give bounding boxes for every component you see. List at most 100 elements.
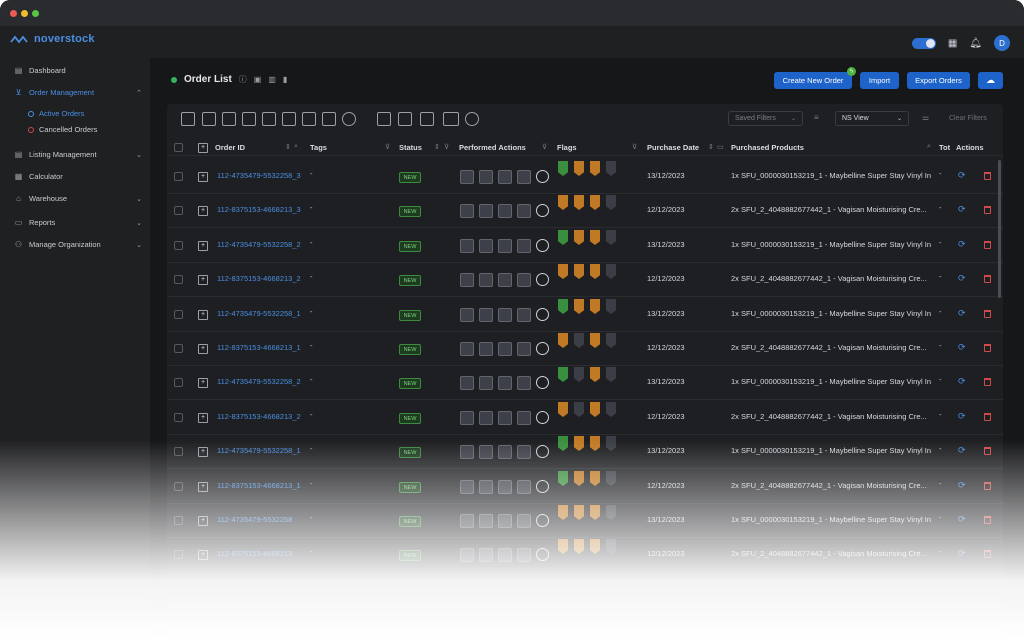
check-circle-icon[interactable] [536,273,549,286]
column-header-purchase-date[interactable]: Purchase Date [647,143,699,152]
order-id-link[interactable]: 112-4735479-5532258_1 [217,309,301,318]
toolbar-return-icon[interactable] [322,112,336,126]
column-header-flags[interactable]: Flags [557,143,577,152]
calendar-icon[interactable]: ▭ [717,143,724,151]
column-header-total[interactable]: Tot [939,143,950,152]
row-checkbox[interactable] [174,447,183,456]
invoice-icon[interactable] [498,342,512,356]
invoice-icon[interactable] [498,514,512,528]
layout-icon[interactable]: ▥ [268,75,276,84]
order-id-link[interactable]: 112-4735479-5532258_1 [217,446,301,455]
row-checkbox[interactable] [174,172,183,181]
invoice-icon[interactable] [498,445,512,459]
invoice-icon[interactable] [498,273,512,287]
maximize-window-icon[interactable] [32,10,39,17]
row-checkbox[interactable] [174,206,183,215]
order-id-link[interactable]: 112-4735479-5532258_2 [217,377,301,386]
truck-icon[interactable] [517,376,531,390]
expand-row-icon[interactable]: + [198,206,208,216]
calendar-icon[interactable]: ▦ [948,38,957,49]
filter-icon[interactable]: ⊽ [444,143,449,151]
order-id-link[interactable]: 112-8375153-4668213 [217,549,292,558]
order-id-link[interactable]: 112-8375153-4668213_3 [217,205,301,214]
row-checkbox[interactable] [174,310,183,319]
expand-row-icon[interactable]: + [198,172,208,182]
check-circle-icon[interactable] [536,204,549,217]
sidebar-item-warehouse[interactable]: ⌂ Warehouse ⌄ [14,194,142,203]
image-icon[interactable]: ▣ [254,75,262,84]
delete-icon[interactable] [984,378,991,386]
dolly-icon[interactable] [479,308,493,322]
sort-icon[interactable]: ⇕ [285,143,291,151]
toolbar-stamp-icon[interactable] [181,112,195,126]
delete-icon[interactable] [984,310,991,318]
toolbar-invoice-icon[interactable] [420,112,434,126]
clipboard-icon[interactable] [460,204,474,218]
expand-row-icon[interactable]: + [198,516,208,526]
refresh-icon[interactable]: ⟳ [958,273,966,284]
truck-icon[interactable] [517,548,531,562]
avatar[interactable]: D [994,35,1010,51]
check-circle-icon[interactable] [536,411,549,424]
sliders-icon[interactable]: ⚌ [922,113,929,122]
delete-icon[interactable] [984,516,991,524]
table-scrollbar[interactable] [998,160,1001,298]
clipboard-icon[interactable] [460,445,474,459]
refresh-icon[interactable]: ⟳ [958,170,966,181]
order-id-link[interactable]: 112-8375153-4668213_1 [217,343,301,352]
delete-icon[interactable] [984,241,991,249]
column-header-tags[interactable]: Tags [310,143,327,152]
expand-row-icon[interactable]: + [198,413,208,423]
sidebar-subitem-cancelled-orders[interactable]: Cancelled Orders [28,125,97,134]
clipboard-icon[interactable] [460,273,474,287]
delete-icon[interactable] [984,447,991,455]
dolly-icon[interactable] [479,170,493,184]
toolbar-check-icon[interactable] [465,112,479,126]
truck-icon[interactable] [517,342,531,356]
dolly-icon[interactable] [479,411,493,425]
check-circle-icon[interactable] [536,342,549,355]
search-icon[interactable]: ⌕ [294,143,298,151]
delete-icon[interactable] [984,172,991,180]
expand-row-icon[interactable]: + [198,482,208,492]
row-checkbox[interactable] [174,275,183,284]
order-id-link[interactable]: 112-8375153-4668213_2 [217,412,301,421]
clear-filters-button[interactable]: Clear Filters [949,115,987,122]
sidebar-item-reports[interactable]: ▭ Reports ⌄ [14,218,142,227]
truck-icon[interactable] [517,239,531,253]
filter-icon[interactable]: ⊽ [632,143,637,151]
toolbar-box-icon[interactable] [262,112,276,126]
refresh-icon[interactable]: ⟳ [958,480,966,491]
check-circle-icon[interactable] [536,239,549,252]
clipboard-icon[interactable] [460,480,474,494]
truck-icon[interactable] [517,445,531,459]
truck-icon[interactable] [517,170,531,184]
clipboard-icon[interactable] [460,548,474,562]
expand-row-icon[interactable]: + [198,275,208,285]
check-circle-icon[interactable] [536,376,549,389]
toolbar-sync-icon[interactable] [342,112,356,126]
clipboard-icon[interactable] [460,411,474,425]
clipboard-icon[interactable] [460,514,474,528]
truck-icon[interactable] [517,411,531,425]
saved-filters-select[interactable]: Saved Filters ⌄ [728,111,803,126]
invoice-icon[interactable] [498,170,512,184]
delete-icon[interactable] [984,206,991,214]
dolly-icon[interactable] [479,239,493,253]
refresh-icon[interactable]: ⟳ [958,204,966,215]
truck-icon[interactable] [517,204,531,218]
clipboard-icon[interactable] [460,308,474,322]
toolbar-printer-icon[interactable] [202,112,216,126]
theme-toggle[interactable] [911,37,936,49]
refresh-icon[interactable]: ⟳ [958,445,966,456]
dolly-icon[interactable] [479,204,493,218]
refresh-icon[interactable]: ⟳ [958,308,966,319]
refresh-icon[interactable]: ⟳ [958,239,966,250]
truck-icon[interactable] [517,273,531,287]
invoice-icon[interactable] [498,548,512,562]
delete-icon[interactable] [984,413,991,421]
invoice-icon[interactable] [498,239,512,253]
row-checkbox[interactable] [174,344,183,353]
bell-icon[interactable]: 🔔︎ [969,38,982,49]
sidebar-item-dashboard[interactable]: ▤ Dashboard [14,66,142,75]
